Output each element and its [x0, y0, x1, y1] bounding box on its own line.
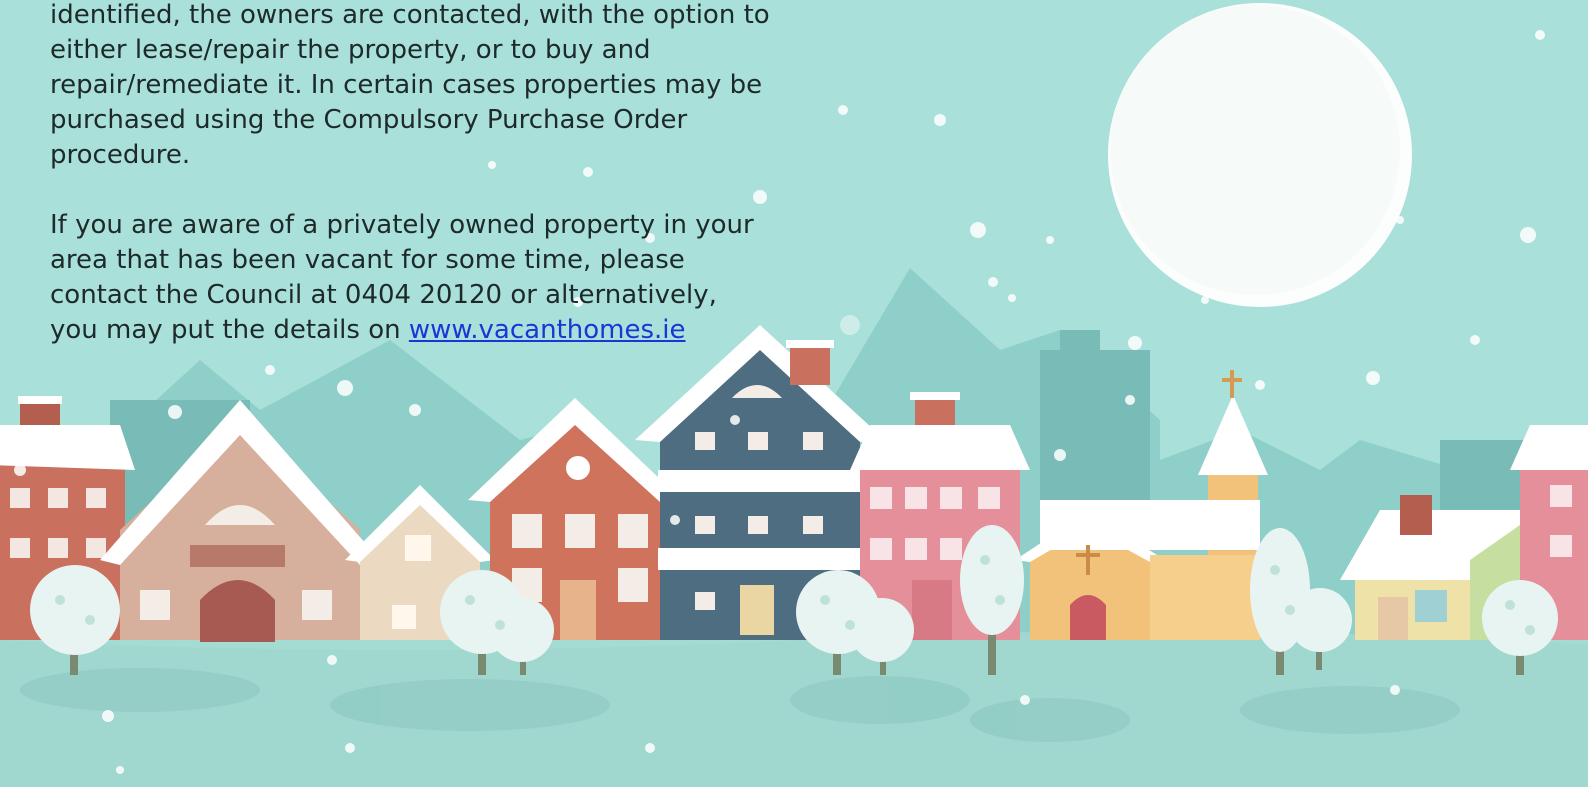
- article-paragraph-1: identified, the owners are contacted, wi…: [50, 0, 770, 170]
- article-paragraph-2: If you are aware of a privately owned pr…: [50, 208, 770, 348]
- vacant-homes-article: identified, the owners are contacted, wi…: [50, 0, 770, 383]
- vacant-homes-link[interactable]: www.vacanthomes.ie: [409, 315, 686, 345]
